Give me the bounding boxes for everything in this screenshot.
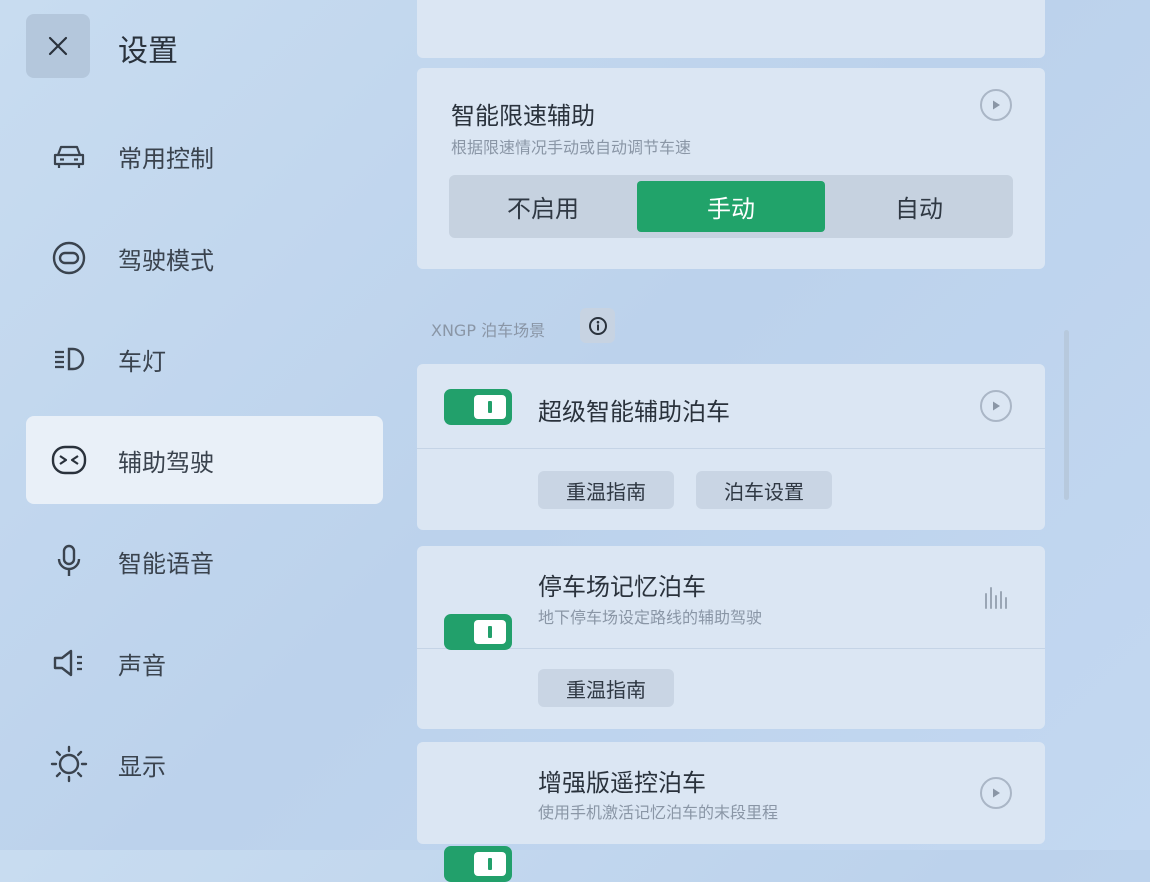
sidebar-item-label: 显示 xyxy=(118,752,166,781)
close-icon xyxy=(48,36,68,56)
super-parking-toggle[interactable] xyxy=(444,389,512,425)
sidebar-item-smart-voice[interactable]: 智能语音 xyxy=(26,517,383,605)
segment-manual[interactable]: 手动 xyxy=(637,181,825,232)
sidebar-item-label: 智能语音 xyxy=(118,549,214,578)
play-icon xyxy=(993,100,1000,110)
memory-parking-title: 停车场记忆泊车 xyxy=(538,573,706,601)
speed-limit-subtitle: 根据限速情况手动或自动调节车速 xyxy=(451,138,692,157)
page-title: 设置 xyxy=(118,34,178,69)
remote-parking-play-button[interactable] xyxy=(980,777,1012,809)
sidebar-item-common-controls[interactable]: 常用控制 xyxy=(26,112,383,200)
remote-parking-title: 增强版遥控泊车 xyxy=(538,769,706,797)
settings-card-partial xyxy=(417,0,1045,58)
feature-card-remote-parking xyxy=(417,742,1045,844)
sidebar-item-assisted-driving[interactable]: 辅助驾驶 xyxy=(26,416,383,504)
remote-parking-toggle[interactable] xyxy=(444,846,512,882)
segment-auto[interactable]: 自动 xyxy=(825,175,1013,238)
memory-parking-subtitle: 地下停车场设定路线的辅助驾驶 xyxy=(538,608,763,627)
memory-parking-toggle[interactable] xyxy=(444,614,512,650)
parking-settings-button[interactable]: 泊车设置 xyxy=(696,471,832,509)
bars-icon xyxy=(984,586,1010,614)
sidebar-item-drive-mode[interactable]: 驾驶模式 xyxy=(26,214,383,302)
sidebar-item-label: 车灯 xyxy=(118,347,166,376)
speed-limit-title: 智能限速辅助 xyxy=(451,102,595,130)
sidebar-item-display[interactable]: 显示 xyxy=(26,720,383,808)
sidebar-item-sound[interactable]: 声音 xyxy=(26,619,383,707)
sidebar-item-label: 常用控制 xyxy=(118,144,214,173)
super-parking-play-button[interactable] xyxy=(980,390,1012,422)
memory-parking-guide-button[interactable]: 重温指南 xyxy=(538,669,674,707)
play-icon xyxy=(993,788,1000,798)
segment-disabled[interactable]: 不启用 xyxy=(449,175,637,238)
sidebar-item-label: 驾驶模式 xyxy=(118,246,214,275)
headlight-icon xyxy=(50,340,88,378)
sidebar-item-label: 辅助驾驶 xyxy=(118,448,214,477)
close-button[interactable] xyxy=(26,14,90,78)
speed-limit-play-button[interactable] xyxy=(980,89,1012,121)
sidebar-item-lights[interactable]: 车灯 xyxy=(26,315,383,403)
play-icon xyxy=(993,401,1000,411)
steering-wheel-icon xyxy=(50,239,88,277)
info-icon xyxy=(588,316,607,335)
scrollbar[interactable] xyxy=(1064,330,1069,500)
info-button[interactable] xyxy=(580,308,615,343)
remote-parking-subtitle: 使用手机激活记忆泊车的末段里程 xyxy=(538,803,779,822)
brightness-icon xyxy=(50,745,88,783)
car-icon xyxy=(50,137,88,175)
microphone-icon xyxy=(50,542,88,580)
section-label: XNGP 泊车场景 xyxy=(431,321,546,340)
sidebar-item-label: 声音 xyxy=(118,651,166,680)
speaker-icon xyxy=(50,644,88,682)
super-parking-title: 超级智能辅助泊车 xyxy=(538,398,730,426)
super-parking-guide-button[interactable]: 重温指南 xyxy=(538,471,674,509)
speed-limit-segmented-control: 不启用 手动 自动 xyxy=(449,175,1013,238)
assist-drive-icon xyxy=(50,441,88,479)
